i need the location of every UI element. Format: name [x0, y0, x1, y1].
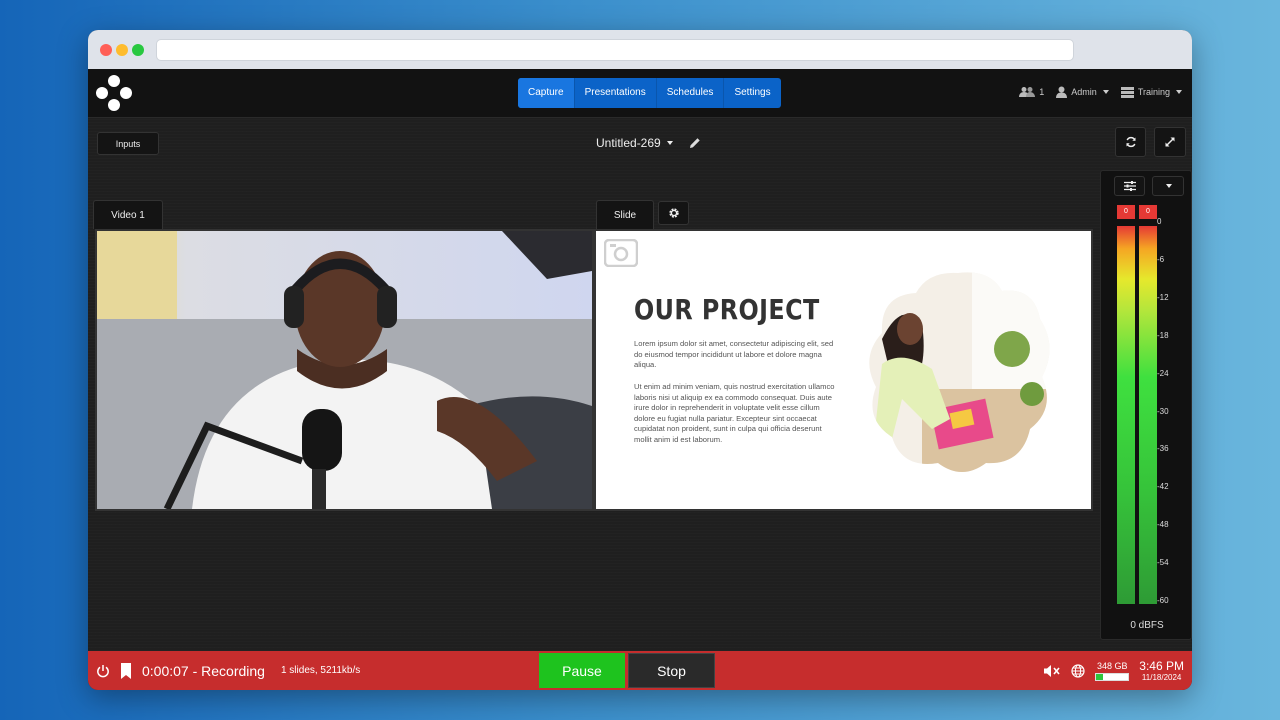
- meter-scale-label: -36: [1157, 444, 1169, 454]
- maximize-window-button[interactable]: [132, 44, 144, 56]
- camera-icon[interactable]: [604, 239, 638, 267]
- fullscreen-button[interactable]: [1154, 127, 1186, 157]
- edit-pencil-icon[interactable]: [689, 137, 701, 149]
- refresh-button[interactable]: [1115, 127, 1146, 157]
- nav-presentations[interactable]: Presentations: [575, 78, 657, 108]
- meter-scale-label: 0: [1157, 217, 1162, 226]
- profile-label: Training: [1137, 87, 1170, 97]
- slide-paragraph-1: Lorem ipsum dolor sit amet, consectetur …: [634, 339, 834, 370]
- meter-scale-label: -30: [1157, 406, 1169, 416]
- stop-button[interactable]: Stop: [628, 653, 715, 688]
- minimize-window-button[interactable]: [116, 44, 128, 56]
- profile-menu[interactable]: Training: [1120, 86, 1182, 98]
- level-bar-right: [1139, 226, 1157, 604]
- app-header: Capture Presentations Schedules Settings…: [88, 69, 1192, 118]
- session-title-dropdown[interactable]: Untitled-269: [596, 136, 661, 150]
- users-icon: [1019, 87, 1036, 97]
- nav-capture[interactable]: Capture: [518, 78, 575, 108]
- clock-time: 3:46 PM: [1139, 659, 1184, 673]
- peak-right[interactable]: 0: [1139, 205, 1157, 219]
- viewer-count: 1: [1039, 87, 1045, 97]
- globe-icon[interactable]: [1071, 663, 1085, 678]
- nav-settings[interactable]: Settings: [724, 78, 780, 108]
- browser-chrome: [88, 30, 1192, 69]
- clock-date: 11/18/2024: [1141, 673, 1182, 682]
- video-preview[interactable]: [95, 229, 594, 511]
- chevron-down-icon: [1176, 90, 1182, 94]
- chevron-down-icon: [1166, 184, 1172, 188]
- peak-left[interactable]: 0: [1117, 205, 1135, 219]
- slide-heading: OUR PROJECT: [634, 293, 820, 326]
- audio-meter: 0 0 0 -6 -12 -18 -24 -30 -36 -42 -48 -54 -60 0 dBF…: [1100, 170, 1192, 640]
- user-icon: [1056, 86, 1068, 98]
- disk-free: 348 GB: [1097, 660, 1128, 671]
- session-title: Untitled-269: [596, 136, 701, 150]
- meter-scale-label: -18: [1157, 330, 1169, 340]
- dbfs-label: 0 dBFS: [1130, 620, 1164, 631]
- disk-usage-bar: [1095, 672, 1130, 681]
- user-label: Admin: [1071, 87, 1097, 97]
- meter-scale-label: -48: [1157, 520, 1169, 530]
- capture-workspace: Inputs Untitled-269 Video 1 Slide OUR PR…: [88, 118, 1192, 651]
- pause-button[interactable]: Pause: [539, 653, 625, 688]
- presenter-video-frame: [97, 231, 592, 509]
- level-bar-left: [1117, 226, 1135, 604]
- recording-elapsed: 0:00:07 - Recording: [142, 662, 265, 679]
- header-right: 1 Admin Training: [1019, 86, 1182, 98]
- app-logo-icon[interactable]: [96, 75, 132, 111]
- meter-scale-label: -12: [1157, 292, 1169, 302]
- gear-icon: [668, 208, 679, 218]
- viewers-indicator[interactable]: 1: [1019, 86, 1044, 98]
- audio-settings-button[interactable]: [1114, 176, 1145, 196]
- tab-slide[interactable]: Slide: [596, 200, 654, 229]
- meter-scale-label: -42: [1157, 482, 1169, 492]
- power-icon[interactable]: [96, 664, 110, 678]
- meter-scale-label: -24: [1157, 368, 1169, 378]
- slide-settings-button[interactable]: [658, 201, 689, 225]
- address-bar[interactable]: [156, 39, 1074, 61]
- close-window-button[interactable]: [100, 44, 112, 56]
- expand-icon: [1165, 137, 1175, 147]
- chevron-down-icon[interactable]: [666, 141, 673, 145]
- meter-scale-label: -54: [1157, 558, 1169, 568]
- user-menu[interactable]: Admin: [1056, 86, 1109, 98]
- recording-info: 1 slides, 5211kb/s: [280, 665, 361, 676]
- status-bar: 0:00:07 - Recording 1 slides, 5211kb/s P…: [88, 651, 1192, 690]
- sliders-icon: [1123, 181, 1136, 191]
- status-right: 348 GB 3:46 PM 11/18/2024: [1043, 651, 1184, 690]
- status-left: 0:00:07 - Recording 1 slides, 5211kb/s: [96, 651, 360, 690]
- disk-usage: 348 GB: [1095, 660, 1130, 681]
- disk-usage-fill: [1096, 673, 1103, 680]
- server-icon: [1120, 86, 1134, 98]
- clock: 3:46 PM 11/18/2024: [1139, 659, 1184, 682]
- browser-window: Capture Presentations Schedules Settings…: [88, 30, 1192, 690]
- inputs-button[interactable]: Inputs: [97, 132, 159, 155]
- tab-video-1[interactable]: Video 1: [93, 200, 163, 229]
- meter-scale-label: -6: [1157, 254, 1165, 264]
- meter-scale-label: -60: [1157, 596, 1169, 605]
- audio-options-dropdown[interactable]: [1152, 176, 1184, 196]
- slide-paragraph-2: Ut enim ad minim veniam, quis nostrud ex…: [634, 382, 835, 444]
- mute-icon[interactable]: [1043, 664, 1061, 678]
- chevron-down-icon: [1102, 90, 1109, 94]
- nav-schedules[interactable]: Schedules: [657, 78, 725, 108]
- slide-preview[interactable]: OUR PROJECT Lorem ipsum dolor sit amet, …: [594, 229, 1093, 511]
- bookmark-icon[interactable]: [120, 662, 132, 680]
- main-nav: Capture Presentations Schedules Settings: [518, 78, 781, 108]
- slide-illustration: [869, 272, 1050, 473]
- refresh-icon: [1125, 136, 1136, 148]
